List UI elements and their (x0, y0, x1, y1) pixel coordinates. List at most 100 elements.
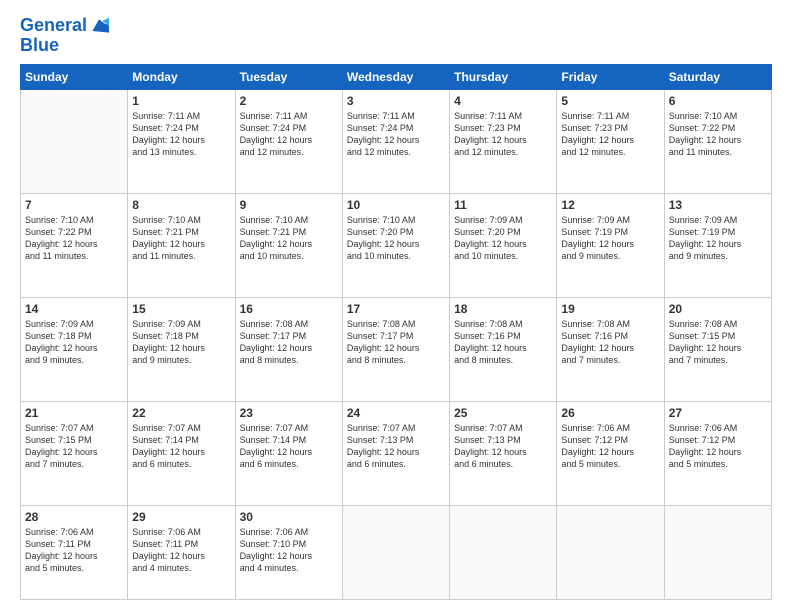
day-number: 16 (240, 302, 338, 316)
calendar-day-cell: 20 Sunrise: 7:08 AM Sunset: 7:15 PM Dayli… (664, 297, 771, 401)
calendar-day-cell: 4 Sunrise: 7:11 AM Sunset: 7:23 PM Daylig… (450, 90, 557, 194)
day-info: Sunrise: 7:09 AM Sunset: 7:19 PM Dayligh… (561, 214, 659, 263)
day-number: 1 (132, 94, 230, 108)
calendar-day-cell: 10 Sunrise: 7:10 AM Sunset: 7:20 PM Dayli… (342, 193, 449, 297)
day-number: 25 (454, 406, 552, 420)
day-number: 23 (240, 406, 338, 420)
calendar-day-cell: 29 Sunrise: 7:06 AM Sunset: 7:11 PM Dayli… (128, 505, 235, 600)
day-info: Sunrise: 7:11 AM Sunset: 7:24 PM Dayligh… (240, 110, 338, 159)
day-number: 3 (347, 94, 445, 108)
calendar-day-cell: 24Sunrise: 7:07 AM Sunset: 7:13 PM Dayli… (342, 401, 449, 505)
calendar-day-cell (557, 505, 664, 600)
day-info: Sunrise: 7:09 AM Sunset: 7:18 PM Dayligh… (25, 318, 123, 367)
day-info: Sunrise: 7:08 AM Sunset: 7:17 PM Dayligh… (347, 318, 445, 367)
calendar-day-cell (664, 505, 771, 600)
calendar-day-cell: 16 Sunrise: 7:08 AM Sunset: 7:17 PM Dayli… (235, 297, 342, 401)
day-info: Sunrise: 7:07 AM Sunset: 7:15 PM Dayligh… (25, 422, 123, 471)
day-info: Sunrise: 7:06 AM Sunset: 7:12 PM Dayligh… (669, 422, 767, 471)
calendar-day-cell (450, 505, 557, 600)
day-info: Sunrise: 7:07 AM Sunset: 7:14 PM Dayligh… (240, 422, 338, 471)
weekday-header: Wednesday (342, 65, 449, 90)
calendar-day-cell: 2 Sunrise: 7:11 AM Sunset: 7:24 PM Daylig… (235, 90, 342, 194)
calendar-day-cell (342, 505, 449, 600)
day-info: Sunrise: 7:10 AM Sunset: 7:22 PM Dayligh… (25, 214, 123, 263)
day-info: Sunrise: 7:10 AM Sunset: 7:21 PM Dayligh… (240, 214, 338, 263)
day-number: 11 (454, 198, 552, 212)
day-info: Sunrise: 7:11 AM Sunset: 7:23 PM Dayligh… (561, 110, 659, 159)
calendar-day-cell: 25 Sunrise: 7:07 AM Sunset: 7:13 PM Dayli… (450, 401, 557, 505)
day-number: 27 (669, 406, 767, 420)
day-number: 14 (25, 302, 123, 316)
calendar-day-cell: 8Sunrise: 7:10 AM Sunset: 7:21 PM Daylig… (128, 193, 235, 297)
logo-blue: Blue (20, 36, 109, 54)
weekday-header: Friday (557, 65, 664, 90)
calendar-day-cell: 21 Sunrise: 7:07 AM Sunset: 7:15 PM Dayli… (21, 401, 128, 505)
calendar-week-row: 28 Sunrise: 7:06 AM Sunset: 7:11 PM Dayli… (21, 505, 772, 600)
calendar-day-cell: 13 Sunrise: 7:09 AM Sunset: 7:19 PM Dayli… (664, 193, 771, 297)
day-info: Sunrise: 7:11 AM Sunset: 7:23 PM Dayligh… (454, 110, 552, 159)
day-number: 22 (132, 406, 230, 420)
calendar-table: SundayMondayTuesdayWednesdayThursdayFrid… (20, 64, 772, 600)
weekday-header: Thursday (450, 65, 557, 90)
day-number: 7 (25, 198, 123, 212)
logo-icon (89, 16, 109, 36)
calendar-day-cell: 19Sunrise: 7:08 AM Sunset: 7:16 PM Dayli… (557, 297, 664, 401)
day-info: Sunrise: 7:08 AM Sunset: 7:16 PM Dayligh… (561, 318, 659, 367)
day-number: 29 (132, 510, 230, 524)
calendar-week-row: 21 Sunrise: 7:07 AM Sunset: 7:15 PM Dayli… (21, 401, 772, 505)
day-number: 21 (25, 406, 123, 420)
calendar-day-cell: 15 Sunrise: 7:09 AM Sunset: 7:18 PM Dayli… (128, 297, 235, 401)
day-info: Sunrise: 7:06 AM Sunset: 7:10 PM Dayligh… (240, 526, 338, 575)
calendar-day-cell: 12 Sunrise: 7:09 AM Sunset: 7:19 PM Dayli… (557, 193, 664, 297)
day-number: 20 (669, 302, 767, 316)
calendar-week-row: 1 Sunrise: 7:11 AM Sunset: 7:24 PM Daylig… (21, 90, 772, 194)
calendar-day-cell: 1 Sunrise: 7:11 AM Sunset: 7:24 PM Daylig… (128, 90, 235, 194)
day-info: Sunrise: 7:11 AM Sunset: 7:24 PM Dayligh… (347, 110, 445, 159)
calendar-day-cell: 17Sunrise: 7:08 AM Sunset: 7:17 PM Dayli… (342, 297, 449, 401)
day-info: Sunrise: 7:09 AM Sunset: 7:20 PM Dayligh… (454, 214, 552, 263)
day-number: 26 (561, 406, 659, 420)
day-number: 4 (454, 94, 552, 108)
logo: General Blue (20, 16, 109, 54)
day-info: Sunrise: 7:08 AM Sunset: 7:16 PM Dayligh… (454, 318, 552, 367)
calendar-day-cell: 11 Sunrise: 7:09 AM Sunset: 7:20 PM Dayli… (450, 193, 557, 297)
calendar-day-cell: 23 Sunrise: 7:07 AM Sunset: 7:14 PM Dayli… (235, 401, 342, 505)
day-info: Sunrise: 7:08 AM Sunset: 7:17 PM Dayligh… (240, 318, 338, 367)
day-number: 6 (669, 94, 767, 108)
calendar-day-cell: 27 Sunrise: 7:06 AM Sunset: 7:12 PM Dayli… (664, 401, 771, 505)
day-number: 13 (669, 198, 767, 212)
day-number: 12 (561, 198, 659, 212)
day-number: 15 (132, 302, 230, 316)
day-number: 24 (347, 406, 445, 420)
page-header: General Blue (20, 16, 772, 54)
calendar-day-cell: 6 Sunrise: 7:10 AM Sunset: 7:22 PM Daylig… (664, 90, 771, 194)
day-info: Sunrise: 7:06 AM Sunset: 7:12 PM Dayligh… (561, 422, 659, 471)
day-info: Sunrise: 7:09 AM Sunset: 7:19 PM Dayligh… (669, 214, 767, 263)
day-number: 28 (25, 510, 123, 524)
day-number: 5 (561, 94, 659, 108)
calendar-day-cell: 7 Sunrise: 7:10 AM Sunset: 7:22 PM Daylig… (21, 193, 128, 297)
day-info: Sunrise: 7:06 AM Sunset: 7:11 PM Dayligh… (25, 526, 123, 575)
day-info: Sunrise: 7:10 AM Sunset: 7:22 PM Dayligh… (669, 110, 767, 159)
calendar-day-cell: 14 Sunrise: 7:09 AM Sunset: 7:18 PM Dayli… (21, 297, 128, 401)
day-info: Sunrise: 7:10 AM Sunset: 7:21 PM Dayligh… (132, 214, 230, 263)
day-info: Sunrise: 7:07 AM Sunset: 7:13 PM Dayligh… (454, 422, 552, 471)
day-number: 10 (347, 198, 445, 212)
calendar-day-cell: 9 Sunrise: 7:10 AM Sunset: 7:21 PM Daylig… (235, 193, 342, 297)
weekday-header: Saturday (664, 65, 771, 90)
day-number: 30 (240, 510, 338, 524)
calendar-day-cell: 18 Sunrise: 7:08 AM Sunset: 7:16 PM Dayli… (450, 297, 557, 401)
calendar-header-row: SundayMondayTuesdayWednesdayThursdayFrid… (21, 65, 772, 90)
day-info: Sunrise: 7:10 AM Sunset: 7:20 PM Dayligh… (347, 214, 445, 263)
day-number: 18 (454, 302, 552, 316)
weekday-header: Sunday (21, 65, 128, 90)
day-info: Sunrise: 7:11 AM Sunset: 7:24 PM Dayligh… (132, 110, 230, 159)
day-number: 2 (240, 94, 338, 108)
calendar-day-cell: 3 Sunrise: 7:11 AM Sunset: 7:24 PM Daylig… (342, 90, 449, 194)
day-info: Sunrise: 7:09 AM Sunset: 7:18 PM Dayligh… (132, 318, 230, 367)
calendar-day-cell: 26 Sunrise: 7:06 AM Sunset: 7:12 PM Dayli… (557, 401, 664, 505)
day-info: Sunrise: 7:08 AM Sunset: 7:15 PM Dayligh… (669, 318, 767, 367)
day-number: 9 (240, 198, 338, 212)
calendar-day-cell (21, 90, 128, 194)
day-info: Sunrise: 7:06 AM Sunset: 7:11 PM Dayligh… (132, 526, 230, 575)
